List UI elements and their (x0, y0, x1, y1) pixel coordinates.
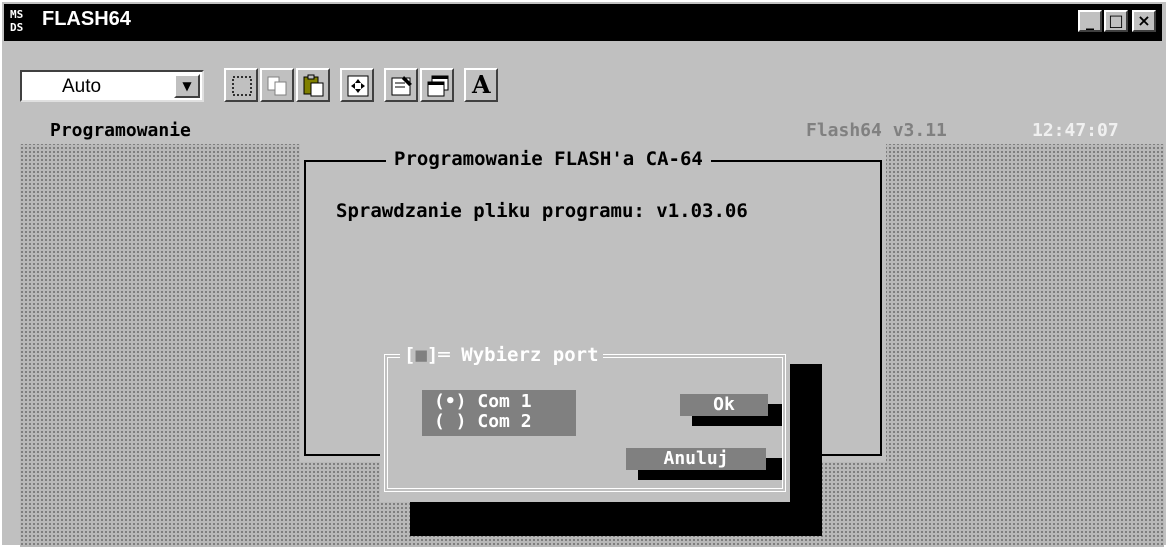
ok-button[interactable]: Ok (680, 394, 768, 416)
mark-button[interactable] (224, 68, 258, 102)
paste-icon (303, 74, 324, 97)
mark-icon (232, 76, 252, 96)
status-version: Flash64 v3.11 (806, 120, 947, 141)
font-icon: A (472, 70, 491, 99)
port-dialog: [■]═ Wybierz port (•) Com 1 ( ) Com 2 Ok… (380, 344, 790, 502)
dos-window: MS DS FLASH64 _ □ × Auto ▼ A Programowan… (0, 0, 1166, 547)
status-bar: Programowanie Flash64 v3.11 12:47:07 (20, 118, 1164, 144)
status-time: 12:47:07 (1032, 120, 1119, 141)
panel-title: Programowanie FLASH'a CA-64 (386, 148, 711, 170)
properties-button[interactable] (384, 68, 418, 102)
dialog-title: Wybierz port (461, 344, 599, 366)
console-area[interactable]: Programowanie Flash64 v3.11 12:47:07 Pro… (20, 118, 1164, 547)
toolbar: Auto ▼ A (4, 42, 1162, 116)
fullscreen-button[interactable] (340, 68, 374, 102)
background-button[interactable] (420, 68, 454, 102)
minimize-button[interactable]: _ (1078, 10, 1102, 32)
fullscreen-icon (347, 75, 369, 97)
window-title: FLASH64 (42, 8, 131, 30)
copy-icon (267, 76, 287, 96)
font-size-select[interactable]: Auto ▼ (20, 70, 204, 102)
close-button[interactable]: × (1132, 10, 1156, 32)
status-left: Programowanie (50, 120, 191, 141)
ms-dos-icon[interactable]: MS DS (10, 8, 38, 36)
dialog-title-bar: [■]═ Wybierz port (400, 344, 603, 366)
font-size-value: Auto (62, 76, 102, 97)
dialog-shadow-top (792, 364, 822, 420)
cancel-button[interactable]: Anuluj (626, 448, 766, 470)
radio-com2[interactable]: ( ) Com 2 (434, 412, 532, 432)
properties-icon (391, 76, 412, 96)
chevron-down-icon[interactable]: ▼ (174, 74, 200, 98)
copy-button[interactable] (260, 68, 294, 102)
maximize-button[interactable]: □ (1104, 10, 1128, 32)
font-button[interactable]: A (464, 68, 498, 102)
radio-com1[interactable]: (•) Com 1 (434, 392, 532, 412)
background-icon (427, 75, 449, 97)
dialog-close-button[interactable]: [■] (404, 344, 438, 366)
panel-message: Sprawdzanie pliku programu: v1.03.06 (336, 200, 748, 222)
title-bar[interactable]: MS DS FLASH64 _ □ × (4, 4, 1162, 41)
port-radio-group: (•) Com 1 ( ) Com 2 (422, 390, 576, 436)
paste-button[interactable] (296, 68, 330, 102)
